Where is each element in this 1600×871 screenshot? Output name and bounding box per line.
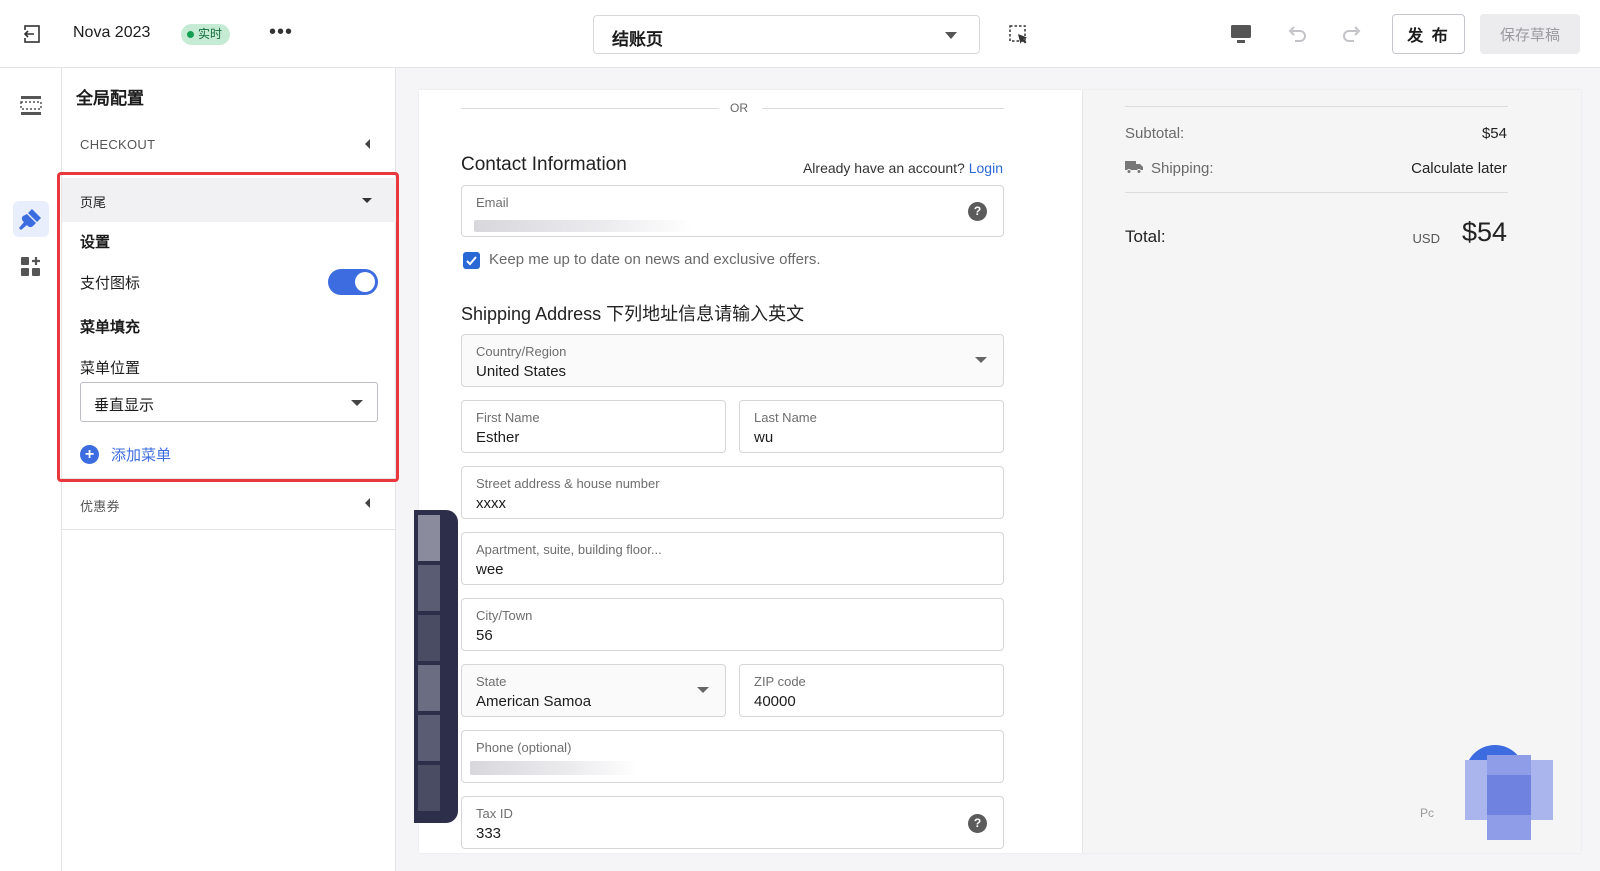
city-value: 56 — [476, 627, 493, 644]
undo-icon[interactable] — [1285, 22, 1309, 46]
top-bar: Nova 2023 实时 ••• 结账页 发 布 保存草稿 — [0, 0, 1600, 68]
shipping-title: Shipping Address 下列地址信息请输入英文 — [461, 304, 805, 324]
phone-label: Phone (optional) — [476, 740, 572, 755]
apartment-field[interactable]: Apartment, suite, building floor... wee — [461, 532, 1004, 585]
last-name-value: wu — [754, 429, 774, 446]
phone-field[interactable]: Phone (optional) — [461, 730, 1004, 783]
email-label: Email — [476, 195, 509, 210]
street-value: xxxx — [476, 495, 506, 512]
divider — [62, 529, 396, 530]
page-select-value: 结账页 — [612, 30, 663, 49]
redacted-phone — [470, 761, 640, 775]
pixel-block — [1487, 775, 1531, 815]
first-name-value: Esther — [476, 429, 520, 446]
pixelated-overlay — [414, 510, 458, 823]
or-separator: OR — [730, 101, 748, 115]
checkmark-icon — [466, 256, 477, 266]
red-highlight-box — [57, 172, 399, 482]
help-icon[interactable]: ? — [968, 202, 987, 221]
redacted-email — [474, 220, 694, 232]
email-field[interactable]: Email ? — [461, 185, 1004, 237]
pixel-block — [418, 665, 440, 711]
login-link[interactable]: Login — [969, 160, 1003, 176]
pixel-block — [418, 765, 440, 811]
chevron-down-icon — [697, 687, 709, 693]
more-icon[interactable]: ••• — [269, 22, 292, 44]
total-value: $54 — [1461, 217, 1507, 247]
checkout-preview: OR Contact Information Already have an a… — [419, 90, 1581, 853]
pixel-block — [418, 515, 440, 561]
desktop-preview-icon[interactable] — [1229, 23, 1253, 45]
city-label: City/Town — [476, 608, 533, 623]
shipping-label: Shipping: — [1151, 160, 1214, 177]
tax-id-field[interactable]: Tax ID 333 ? — [461, 796, 1004, 849]
help-icon[interactable]: ? — [968, 814, 987, 833]
state-select[interactable]: State American Samoa — [461, 664, 726, 717]
state-label: State — [476, 674, 507, 689]
store-name: Nova 2023 — [73, 24, 151, 41]
zip-value: 40000 — [754, 693, 796, 710]
last-name-label: Last Name — [754, 410, 817, 425]
country-label: Country/Region — [476, 344, 567, 359]
chevron-down-icon — [975, 357, 987, 363]
collapse-icon — [365, 498, 370, 508]
apps-icon[interactable] — [18, 254, 44, 280]
page-select[interactable]: 结账页 — [593, 15, 980, 54]
already-account-text: Already have an account? — [802, 160, 965, 176]
subtotal-label: Subtotal: — [1125, 125, 1185, 142]
street-label: Street address & house number — [476, 476, 660, 491]
last-name-field[interactable]: Last Name wu — [739, 400, 1004, 453]
collapse-icon — [365, 139, 370, 149]
pixel-block — [418, 715, 440, 761]
left-rail — [0, 68, 62, 871]
shipping-value: Calculate later — [1411, 160, 1507, 177]
city-field[interactable]: City/Town 56 — [461, 598, 1004, 651]
exit-icon[interactable] — [22, 24, 42, 44]
tax-id-label: Tax ID — [476, 806, 513, 821]
subtotal-value: $54 — [1481, 125, 1507, 142]
chevron-down-icon — [945, 32, 957, 39]
contact-title: Contact Information — [461, 154, 627, 175]
save-draft-button[interactable]: 保存草稿 — [1480, 14, 1580, 54]
section-coupon-label: 优惠券 — [80, 499, 120, 514]
street-field[interactable]: Street address & house number xxxx — [461, 466, 1004, 519]
truncated-text: Pc — [1420, 806, 1435, 820]
status-dot-icon — [187, 31, 194, 38]
apartment-label: Apartment, suite, building floor... — [476, 542, 662, 557]
divider — [1125, 106, 1508, 107]
sections-icon[interactable] — [18, 92, 44, 118]
divider — [762, 108, 1004, 109]
first-name-field[interactable]: First Name Esther — [461, 400, 726, 453]
apartment-value: wee — [476, 561, 504, 578]
news-optin-label: Keep me up to date on news and exclusive… — [489, 251, 821, 268]
total-label: Total: — [1125, 227, 1166, 246]
country-value: United States — [476, 363, 567, 380]
pixel-block — [418, 615, 440, 661]
news-optin-checkbox[interactable] — [463, 252, 480, 269]
panel-title: 全局配置 — [76, 89, 144, 108]
truck-icon — [1125, 161, 1143, 174]
theme-brush-icon[interactable] — [18, 206, 44, 232]
state-value: American Samoa — [476, 693, 592, 710]
first-name-label: First Name — [476, 410, 540, 425]
divider — [461, 108, 719, 109]
publish-button[interactable]: 发 布 — [1392, 14, 1465, 54]
zip-field[interactable]: ZIP code 40000 — [739, 664, 1004, 717]
order-summary: Subtotal: $54 Shipping: Calculate later … — [1082, 90, 1581, 853]
element-select-icon[interactable] — [1008, 24, 1030, 46]
live-status-label: 实时 — [198, 27, 223, 41]
section-coupon[interactable]: 优惠券 — [62, 482, 396, 524]
account-prompt: Already have an account? Login — [803, 160, 1003, 176]
zip-label: ZIP code — [754, 674, 806, 689]
tax-id-value: 333 — [476, 825, 502, 842]
live-status-badge: 实时 — [181, 24, 231, 45]
section-checkout[interactable]: CHECKOUT — [62, 123, 396, 165]
redo-icon[interactable] — [1340, 22, 1364, 46]
divider — [1125, 192, 1508, 193]
section-checkout-label: CHECKOUT — [80, 137, 156, 152]
total-currency: USD — [1412, 231, 1440, 246]
country-select[interactable]: Country/Region United States — [461, 334, 1004, 387]
pixel-block — [418, 565, 440, 611]
